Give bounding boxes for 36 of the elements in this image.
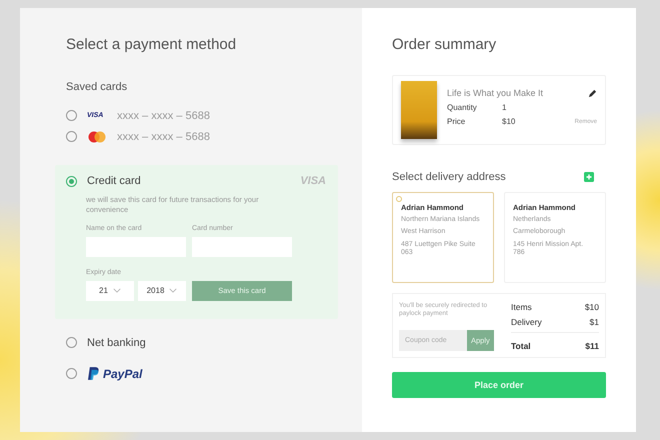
price-value: $10 — [502, 117, 516, 126]
add-icon[interactable] — [584, 172, 594, 182]
summary-title: Order summary — [392, 36, 498, 53]
card-logo: VISA — [300, 175, 326, 187]
total-value: $1 — [590, 317, 599, 327]
price-label: Price — [447, 117, 466, 126]
overlapping-circles-icon — [87, 130, 107, 142]
book-cover-placeholder — [401, 81, 437, 139]
method-label: Credit card — [87, 175, 141, 187]
total-value: $10 — [584, 302, 599, 312]
method-label: Net banking — [87, 336, 146, 348]
saved-cards-heading: Saved cards — [66, 81, 128, 93]
p-logo-icon — [88, 367, 99, 380]
total-label: Delivery — [511, 317, 542, 327]
total-label: Items — [511, 302, 532, 312]
paypal-logo-text: PayPal — [103, 366, 142, 380]
payment-title: Select a payment method — [66, 36, 238, 53]
product-title: Life is What you Make It — [447, 88, 544, 98]
radio-button[interactable] — [66, 131, 77, 142]
radio-button[interactable] — [66, 176, 77, 186]
quantity-value: 1 — [502, 103, 506, 112]
delivery-heading: Select delivery address — [392, 171, 506, 183]
card-number: xxxx – xxxx – 5688 — [117, 130, 210, 142]
edit-icon[interactable] — [588, 88, 597, 98]
total-value: $11 — [585, 341, 599, 351]
radio-button[interactable] — [66, 337, 77, 348]
radio-button[interactable] — [66, 368, 77, 379]
selected-dot-icon — [396, 196, 402, 202]
card-number: xxxx – xxxx – 5688 — [117, 110, 210, 122]
month-dropdown[interactable]: 21 — [86, 280, 134, 300]
year-dropdown[interactable]: 2018 — [138, 280, 186, 300]
total-label: Total — [511, 341, 531, 351]
radio-button[interactable] — [66, 110, 77, 121]
quantity-label: Quantity — [447, 103, 478, 112]
chevron-icon — [112, 288, 121, 293]
chevron-icon — [169, 288, 178, 293]
